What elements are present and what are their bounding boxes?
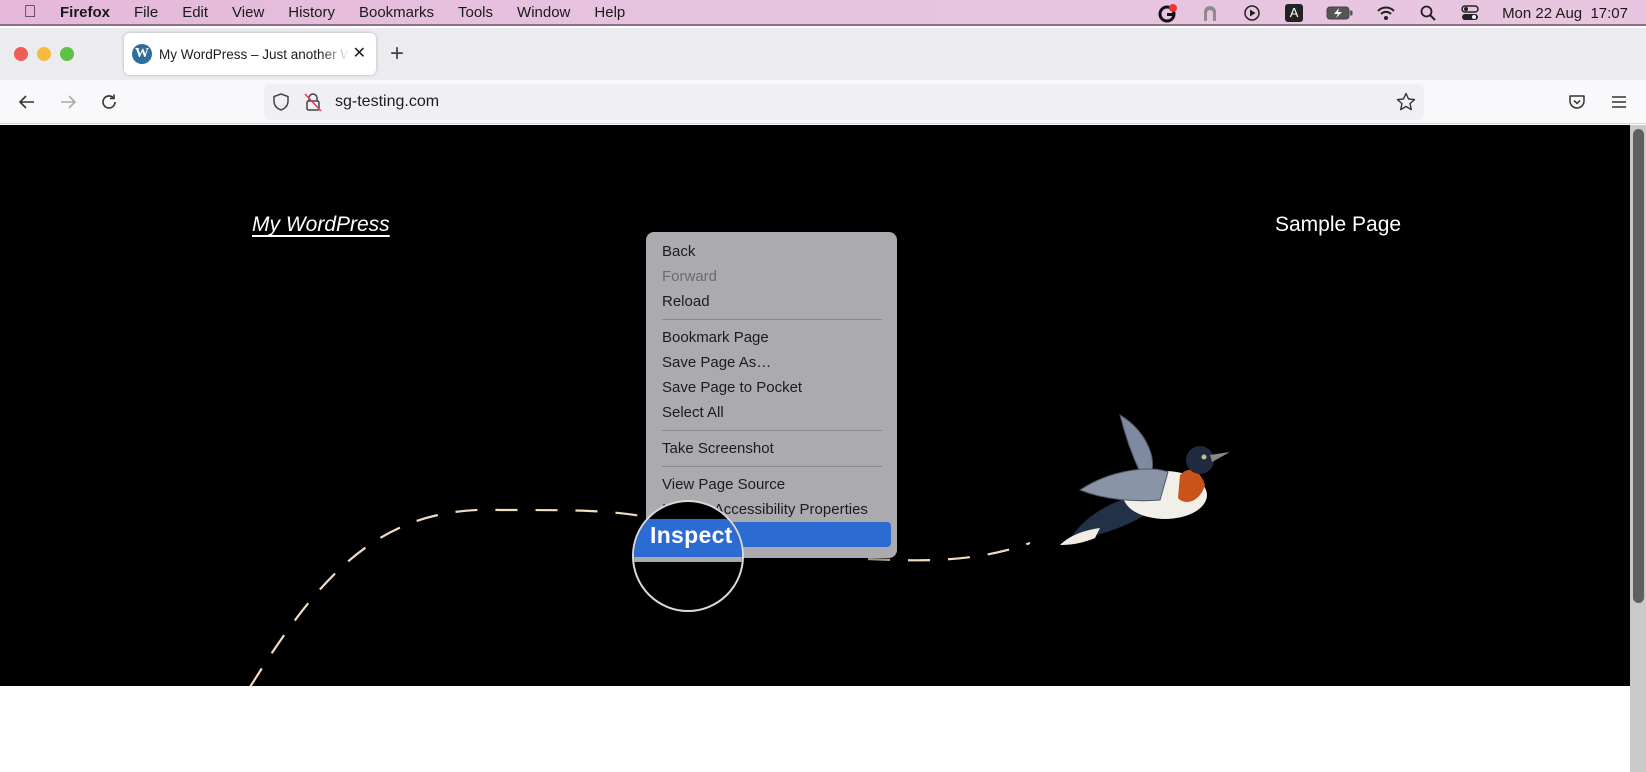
url-text[interactable]: sg-testing.com: [335, 93, 439, 111]
menu-window[interactable]: Window: [517, 4, 570, 21]
menu-view[interactable]: View: [232, 4, 264, 21]
hamburger-menu-icon: [1612, 96, 1626, 108]
magnified-inspect-label: Inspect: [650, 522, 733, 548]
menu-app-firefox[interactable]: Firefox: [60, 4, 110, 21]
tab-title: My WordPress – Just another WordPress si…: [159, 46, 349, 62]
reload-button[interactable]: [95, 88, 123, 116]
new-tab-button[interactable]: +: [390, 40, 404, 68]
menu-tools[interactable]: Tools: [458, 4, 493, 21]
menu-item-take-screenshot[interactable]: Take Screenshot: [646, 436, 897, 461]
window-zoom-button[interactable]: [60, 47, 74, 61]
back-button[interactable]: [13, 88, 41, 116]
menu-item-view-page-source[interactable]: View Page Source: [646, 472, 897, 497]
spotlight-search-icon[interactable]: [1418, 4, 1438, 22]
scrollbar-thumb[interactable]: [1633, 129, 1644, 603]
flying-bird-illustration: [1060, 413, 1230, 545]
tracking-protection-shield-icon[interactable]: [272, 93, 290, 116]
menu-bookmarks[interactable]: Bookmarks: [359, 4, 434, 21]
menu-item-bookmark-page[interactable]: Bookmark Page: [646, 325, 897, 350]
arrow-left-icon: [18, 95, 34, 109]
macos-menu-bar:  Firefox File Edit View History Bookmar…: [0, 0, 1646, 26]
menu-item-reload[interactable]: Reload: [646, 289, 897, 314]
menu-help[interactable]: Help: [594, 4, 625, 21]
vertical-scrollbar[interactable]: [1630, 125, 1646, 772]
battery-charging-icon[interactable]: [1326, 4, 1354, 22]
grammarly-icon[interactable]: [1158, 4, 1178, 23]
insecure-lock-icon[interactable]: [304, 92, 322, 117]
menu-item-forward: Forward: [662, 268, 718, 285]
menu-item-back[interactable]: Back: [646, 239, 897, 264]
wifi-icon[interactable]: [1376, 4, 1396, 22]
app-menu-button[interactable]: [1605, 88, 1633, 116]
window-close-button[interactable]: [14, 47, 28, 61]
apple-menu-icon[interactable]: : [20, 2, 40, 22]
reload-icon: [102, 94, 116, 109]
navigation-toolbar: sg-testing.com: [0, 80, 1646, 124]
menu-separator: [662, 466, 882, 467]
url-bar[interactable]: sg-testing.com: [264, 84, 1424, 120]
menu-file[interactable]: File: [134, 4, 158, 21]
arch-icon[interactable]: [1200, 4, 1220, 22]
menu-item-select-all[interactable]: Select All: [646, 400, 897, 425]
window-minimize-button[interactable]: [37, 47, 51, 61]
cursor-magnifier-overlay: Inspect: [632, 500, 744, 612]
menu-separator: [662, 319, 882, 320]
menubar-clock[interactable]: Mon 22 Aug 17:07: [1502, 5, 1628, 22]
pocket-icon: [1569, 95, 1585, 109]
play-icon[interactable]: [1242, 4, 1262, 22]
control-center-icon[interactable]: [1460, 4, 1480, 22]
menu-edit[interactable]: Edit: [182, 4, 208, 21]
keyboard-a-icon[interactable]: A: [1284, 4, 1304, 22]
bookmark-star-icon[interactable]: [1396, 92, 1416, 117]
pocket-button[interactable]: [1563, 88, 1591, 116]
menu-item-save-page-as[interactable]: Save Page As…: [646, 350, 897, 375]
forward-button[interactable]: [54, 88, 82, 116]
wordpress-favicon-icon: W: [132, 44, 152, 64]
menu-history[interactable]: History: [288, 4, 335, 21]
magnified-menu-edge: [634, 557, 742, 562]
tab-close-icon[interactable]: ✕: [353, 43, 366, 63]
arrow-right-icon: [61, 95, 77, 109]
tab-my-wordpress[interactable]: W My WordPress – Just another WordPress …: [124, 33, 376, 75]
menu-separator: [662, 430, 882, 431]
menu-item-save-to-pocket[interactable]: Save Page to Pocket: [646, 375, 897, 400]
